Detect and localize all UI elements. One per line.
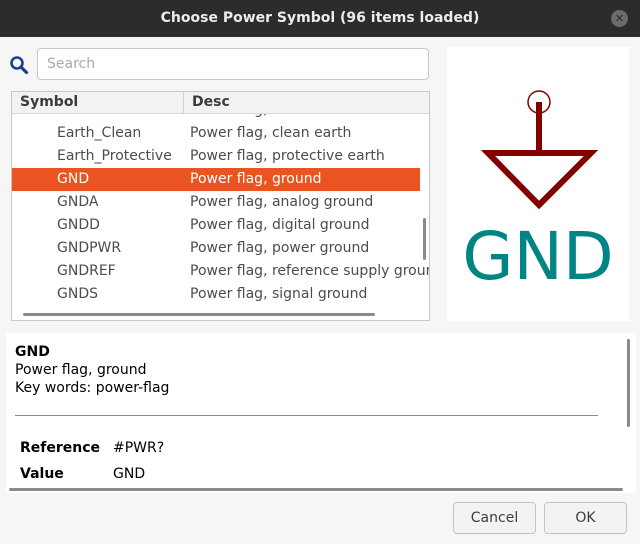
details-vertical-scrollbar[interactable] — [627, 339, 630, 427]
field-value-reference: #PWR? — [113, 440, 165, 456]
table-row[interactable]: GNDPWR Power flag, power ground — [12, 237, 420, 260]
ok-button[interactable]: OK — [544, 502, 627, 534]
table-vertical-scrollbar[interactable] — [423, 218, 426, 260]
cancel-button[interactable]: Cancel — [453, 502, 536, 534]
row-symbol-name: GND — [57, 171, 90, 187]
details-divider — [15, 415, 598, 416]
row-symbol-name: Earth_Protective — [57, 148, 172, 164]
ground-triangle — [480, 150, 599, 210]
detail-description: Power flag, ground — [15, 362, 147, 378]
search-input[interactable] — [37, 48, 429, 80]
row-description: Power flag, earth — [190, 114, 309, 122]
row-symbol-name: GNDS — [57, 286, 98, 302]
close-icon[interactable]: ✕ — [611, 10, 628, 27]
search-icon — [10, 56, 29, 75]
window-title: Choose Power Symbol (96 items loaded) — [160, 10, 480, 26]
row-symbol-name: GNDD — [57, 217, 100, 233]
table-row[interactable]: Earth Power flag, earth — [12, 114, 420, 122]
row-description: Power flag, analog ground — [190, 194, 374, 210]
table-row[interactable]: GND Power flag, ground — [12, 168, 420, 191]
title-bar: Choose Power Symbol (96 items loaded) ✕ — [0, 0, 640, 37]
row-description: Power flag, signal ground — [190, 286, 368, 302]
column-separator[interactable] — [183, 92, 184, 114]
row-description: Power flag, power ground — [190, 240, 370, 256]
table-row[interactable]: GNDREF Power flag, reference supply groun… — [12, 260, 429, 283]
row-symbol-name: Earth_Clean — [57, 125, 142, 141]
row-symbol-name: GNDA — [57, 194, 99, 210]
row-description: Power flag, clean earth — [190, 125, 352, 141]
field-label-reference: Reference — [20, 440, 101, 456]
row-description: Power flag, protective earth — [190, 148, 385, 164]
detail-symbol-name: GND — [15, 344, 50, 360]
symbol-table: Symbol Desc EarthPower flag, earthEarth_… — [11, 91, 430, 321]
table-row[interactable]: Earth_Clean Power flag, clean earth — [12, 122, 420, 145]
symbol-details-panel: GND Power flag, ground Key words: power-… — [6, 333, 636, 493]
table-row[interactable]: GNDA Power flag, analog ground — [12, 191, 420, 214]
column-header-symbol[interactable]: Symbol — [20, 94, 78, 110]
detail-keywords: Key words: power-flag — [15, 380, 170, 396]
table-row[interactable]: GNDS Power flag, signal ground — [12, 283, 420, 306]
row-symbol-name: GNDPWR — [57, 240, 122, 256]
row-description: Power flag, digital ground — [190, 217, 370, 233]
table-row[interactable]: GNDD Power flag, digital ground — [12, 214, 420, 237]
row-description: Power flag, reference supply ground — [190, 263, 429, 279]
field-value-value: GND — [113, 466, 146, 482]
field-label-value: Value — [20, 466, 64, 482]
table-body: Earth Power flag, earth Earth_Clean Power f… — [12, 114, 429, 310]
row-symbol-name: GNDREF — [57, 263, 116, 279]
row-symbol-name: Earth — [57, 114, 95, 122]
table-row[interactable]: Earth_Protective Power flag, protective e… — [12, 145, 420, 168]
table-header: Symbol Desc — [12, 92, 429, 114]
details-horizontal-scrollbar[interactable] — [9, 488, 623, 491]
preview-symbol-label: GND — [462, 218, 613, 295]
symbol-preview: GND — [447, 47, 629, 321]
column-header-desc[interactable]: Desc — [192, 94, 230, 110]
table-horizontal-scrollbar[interactable] — [23, 313, 375, 316]
row-description: Power flag, ground — [190, 171, 322, 187]
gnd-symbol-graphic: GND — [462, 90, 614, 295]
